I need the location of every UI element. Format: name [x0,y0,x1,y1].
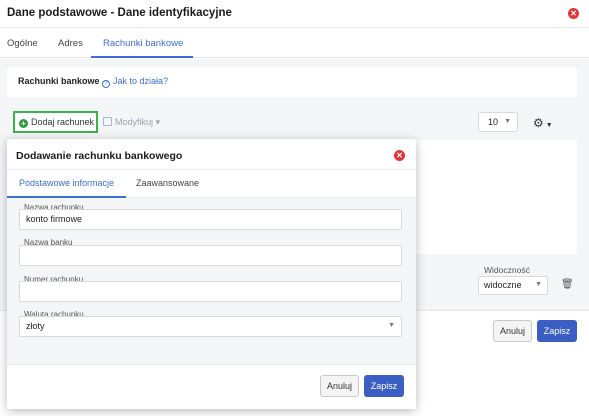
modify-button[interactable]: Modyfikuj ▾ [103,117,160,128]
account-name-input[interactable]: konto firmowe [19,209,402,230]
accounts-toolbar: + Dodaj rachunek Modyfikuj ▾ 10 ▼ ⚙ ▼ [0,110,589,136]
dialog-header: Dane podstawowe - Dane identyfikacyjne ✕ [0,0,589,28]
tab-advanced[interactable]: Zaawansowane [136,178,199,188]
add-bank-account-modal: Dodawanie rachunku bankowego ✕ Podstawow… [7,139,416,409]
chevron-down-icon: ▼ [504,118,511,125]
tab-address[interactable]: Adres [58,38,83,49]
modal-title: Dodawanie rachunku bankowego [16,150,183,162]
visibility-label: Widoczność [484,265,530,275]
section-title: Rachunki bankowe [18,76,100,86]
chevron-down-icon: ▾ [155,117,161,127]
modal-footer: Anuluj Zapisz [7,364,416,409]
page-size-value: 10 [488,117,499,127]
modal-header: Dodawanie rachunku bankowego ✕ [7,139,416,170]
visibility-value: widoczne [484,280,522,290]
cancel-button[interactable]: Anuluj [493,320,532,342]
modal-cancel-button[interactable]: Anuluj [320,375,359,397]
gear-icon: ⚙ [533,116,544,130]
chevron-down-icon: ▼ [545,122,553,129]
account-number-input[interactable] [19,281,402,302]
help-link[interactable]: ? Jak to działa? [102,76,168,88]
tab-general[interactable]: Ogólne [7,38,38,49]
currency-select[interactable]: złoty ▼ [19,316,402,337]
tab-basic-info[interactable]: Podstawowe informacje [19,178,114,188]
add-account-button[interactable]: + Dodaj rachunek [13,111,98,133]
close-icon[interactable]: ✕ [394,150,405,161]
active-tab-indicator [91,56,193,58]
settings-button[interactable]: ⚙ ▼ [533,116,553,130]
modal-tabs: Podstawowe informacje Zaawansowane [7,170,416,198]
tab-bank-accounts[interactable]: Rachunki bankowe [103,38,183,49]
modal-save-button[interactable]: Zapisz [364,375,404,397]
dialog-title: Dane podstawowe - Dane identyfikacyjne [7,7,232,19]
add-account-label: Dodaj rachunek [31,117,95,127]
pencil-icon [103,117,112,126]
modal-body: Nazwa rachunku konto firmowe Nazwa banku… [7,198,416,364]
page-size-select[interactable]: 10 ▼ [478,112,518,132]
currency-value: złoty [26,321,45,331]
bank-accounts-section-header: Rachunki bankowe ? Jak to działa? [7,67,577,97]
help-icon: ? [102,80,110,88]
save-button[interactable]: Zapisz [537,320,577,342]
dialog-tabs: Ogólne Adres Rachunki bankowe [0,28,589,58]
close-icon[interactable]: ✕ [568,8,579,19]
chevron-down-icon: ▼ [535,281,542,288]
plus-icon: + [19,119,28,128]
account-name-value: konto firmowe [26,214,83,224]
chevron-down-icon: ▼ [388,322,395,329]
visibility-select[interactable]: widoczne ▼ [478,276,548,295]
modify-label: Modyfikuj [115,117,154,127]
bank-name-input[interactable] [19,245,402,266]
trash-icon[interactable]: 🗑 [561,279,574,290]
help-link-label: Jak to działa? [113,76,169,86]
